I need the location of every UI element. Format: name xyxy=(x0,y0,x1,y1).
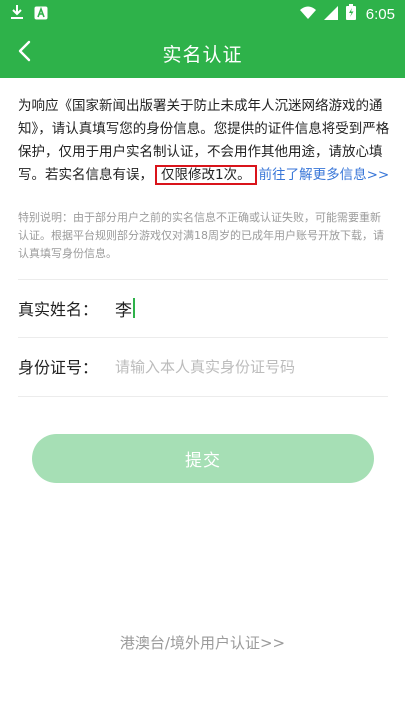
battery-icon xyxy=(345,4,356,24)
text-cursor xyxy=(133,298,135,318)
id-label: 身份证号： xyxy=(18,358,99,377)
download-icon xyxy=(10,4,24,24)
id-row: 身份证号： xyxy=(18,338,388,394)
notice-text: 为响应《国家新闻出版署关于防止未成年人沉迷网络游戏的通知》，请认真填写您的身份信… xyxy=(18,95,390,187)
name-value: 李 xyxy=(115,300,132,321)
name-field[interactable]: 李 xyxy=(115,296,135,321)
back-button[interactable] xyxy=(8,37,40,69)
status-right: 6:05 xyxy=(299,4,395,24)
name-row: 真实姓名： 李 xyxy=(18,280,388,336)
page-title: 实名认证 xyxy=(162,43,243,66)
modify-limit-highlight: 仅限修改1次。 xyxy=(155,165,257,185)
special-note: 特别说明：由于部分用户之前的实名信息不正确或认证失败，可能需要重新认证。根据平台… xyxy=(18,211,384,260)
app-a-icon xyxy=(34,5,48,24)
name-label: 真实姓名： xyxy=(18,300,99,319)
app-bar: 实名认证 xyxy=(0,28,405,78)
divider xyxy=(18,396,388,397)
status-time: 6:05 xyxy=(365,5,395,23)
overseas-verification-link[interactable]: 港澳台/境外用户认证>> xyxy=(0,632,405,653)
id-number-input[interactable] xyxy=(115,356,375,376)
wifi-icon xyxy=(299,5,316,24)
status-left xyxy=(10,4,48,24)
status-bar: 6:05 xyxy=(0,0,405,28)
signal-icon xyxy=(323,5,338,24)
more-info-link[interactable]: 前往了解更多信息>> xyxy=(259,167,390,183)
chevron-left-icon xyxy=(17,40,31,66)
submit-button[interactable]: 提交 xyxy=(32,434,374,483)
